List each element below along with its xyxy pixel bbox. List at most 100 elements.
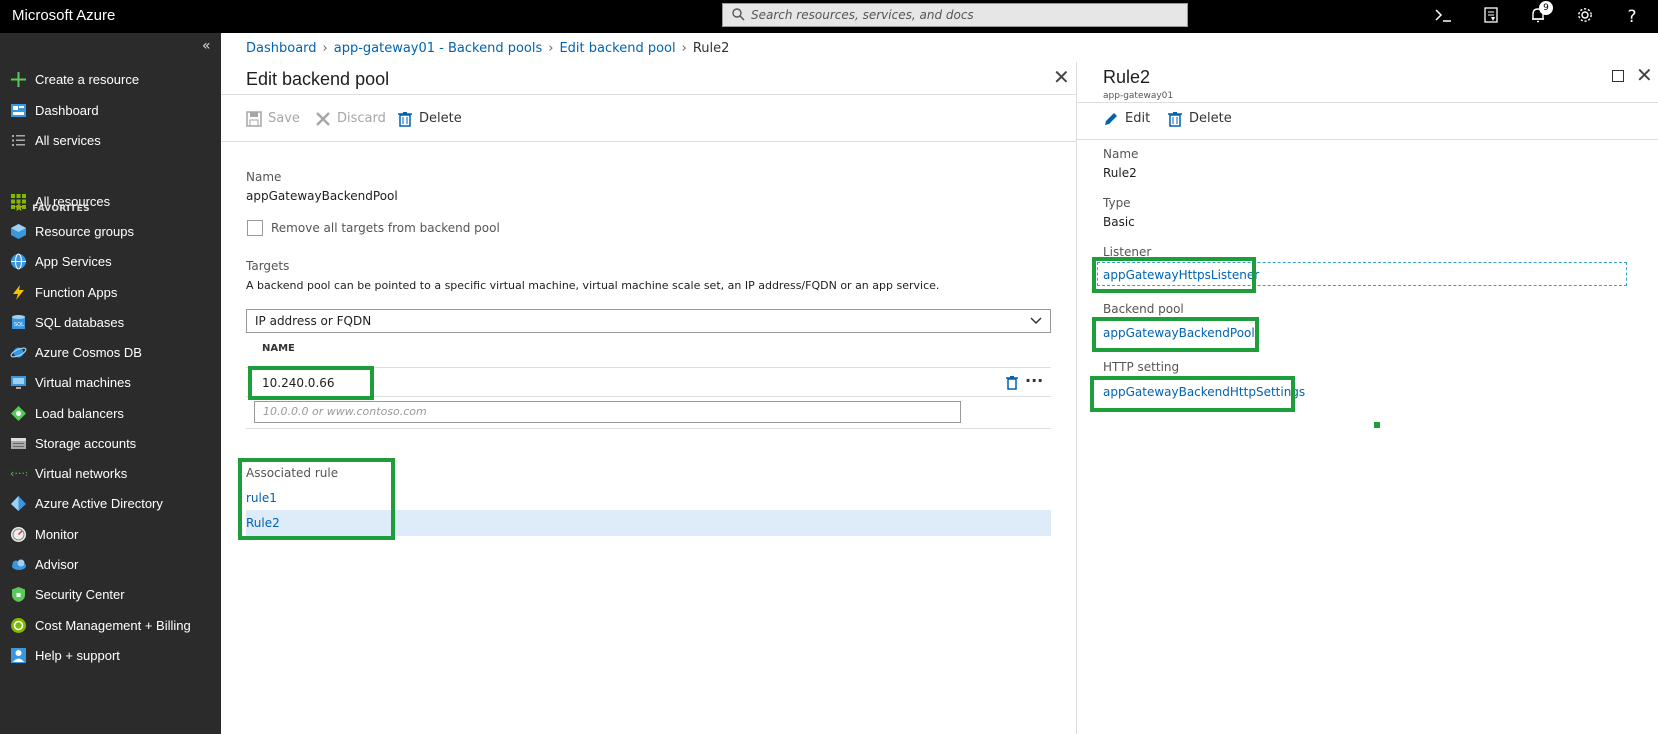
new-target-placeholder: 10.0.0.0 or www.contoso.com: [263, 405, 427, 418]
storage-icon: [11, 438, 26, 449]
breadcrumb-link-dashboard[interactable]: Dashboard: [246, 41, 317, 56]
rule-details-blade: Rule2 app-gateway01 ✕ Edit Delete Name R…: [1077, 62, 1658, 734]
nav-help-support[interactable]: Help + support: [0, 641, 221, 671]
rule-name-value: Rule2: [1103, 166, 1137, 180]
target-type-dropdown[interactable]: IP address or FQDN: [246, 309, 1051, 333]
edit-button[interactable]: Edit: [1103, 109, 1150, 129]
nav-dashboard[interactable]: Dashboard: [0, 96, 221, 126]
discard-button[interactable]: Discard: [315, 109, 386, 129]
grid-icon: [11, 194, 26, 209]
delete-button[interactable]: Delete: [1167, 109, 1232, 129]
nav-all-resources[interactable]: All resources: [0, 187, 221, 217]
nav-resource-groups[interactable]: Resource groups: [0, 217, 221, 247]
nav-label: Monitor: [35, 527, 79, 542]
notification-count-badge: 9: [1539, 1, 1553, 15]
row-trash-icon[interactable]: [1005, 375, 1019, 390]
breadcrumb-link-backend-pools[interactable]: app-gateway01 - Backend pools: [334, 41, 543, 56]
pyramid-icon: [11, 496, 26, 511]
nav-azure-cosmos-db[interactable]: Azure Cosmos DB: [0, 338, 221, 368]
divider: [1077, 102, 1658, 103]
target-type-value: IP address or FQDN: [255, 314, 372, 328]
search-icon: [732, 8, 745, 21]
left-nav-sidebar: « Create a resource Dashboard All servic…: [0, 33, 221, 734]
rule-name-label: Name: [1103, 147, 1139, 161]
targets-label: Targets: [246, 259, 290, 273]
database-icon: SQL: [12, 315, 25, 329]
nav-label: Advisor: [35, 557, 79, 572]
nav-virtual-machines[interactable]: Virtual machines: [0, 368, 221, 398]
nav-label: All services: [35, 133, 101, 148]
close-icon[interactable]: ✕: [1636, 65, 1653, 85]
help-question-icon[interactable]: ?: [1621, 6, 1643, 28]
settings-gear-icon[interactable]: [1574, 6, 1596, 28]
save-button[interactable]: Save: [246, 109, 300, 129]
remove-all-targets-label: Remove all targets from backend pool: [271, 221, 500, 235]
nav-storage-accounts[interactable]: Storage accounts: [0, 429, 221, 459]
person-icon: [11, 648, 26, 663]
nav-label: Cost Management + Billing: [35, 618, 191, 633]
blade-title: Edit backend pool: [246, 69, 390, 89]
svg-text:‹···›: ‹···›: [10, 467, 27, 480]
chevron-down-icon: [1030, 317, 1042, 325]
list-icon: [12, 135, 25, 146]
nav-azure-active-directory[interactable]: Azure Active Directory: [0, 489, 221, 519]
nav-create-resource[interactable]: Create a resource: [0, 65, 221, 95]
divider: [1077, 139, 1658, 140]
nav-label: Security Center: [35, 587, 125, 602]
nav-label: Virtual networks: [35, 466, 128, 481]
search-box[interactable]: Search resources, services, and docs: [722, 3, 1188, 27]
maximize-icon[interactable]: [1612, 70, 1624, 82]
nav-advisor[interactable]: Advisor: [0, 550, 221, 580]
brand-title[interactable]: Microsoft Azure: [12, 7, 115, 24]
nav-cost-management-billing[interactable]: Cost Management + Billing: [0, 611, 221, 641]
nav-label: Azure Cosmos DB: [35, 345, 142, 360]
breadcrumb-link-edit-backend-pool[interactable]: Edit backend pool: [559, 41, 675, 56]
coin-icon: [11, 618, 26, 633]
nav-label: Function Apps: [35, 285, 118, 300]
remove-all-targets-checkbox[interactable]: [247, 220, 263, 236]
nav-label: Azure Active Directory: [35, 496, 163, 511]
directory-filter-icon[interactable]: [1480, 6, 1502, 28]
monitor-icon: [11, 376, 26, 389]
highlight-box-associated-rule: [238, 458, 395, 540]
blade-title: Rule2: [1103, 67, 1151, 87]
collapse-sidebar-button[interactable]: «: [202, 38, 211, 54]
planet-icon: [10, 347, 27, 358]
nav-label: Resource groups: [35, 224, 134, 239]
breadcrumb: Dashboard › app-gateway01 - Backend pools ›…: [246, 41, 729, 56]
nav-load-balancers[interactable]: Load balancers: [0, 399, 221, 429]
delete-button[interactable]: Delete: [397, 109, 462, 129]
network-icon: ‹···›: [10, 467, 27, 480]
highlight-box-target: [248, 366, 374, 400]
highlight-box-backend-pool: [1092, 317, 1259, 352]
nav-security-center[interactable]: Security Center: [0, 580, 221, 610]
rule-type-value: Basic: [1103, 215, 1135, 229]
nav-label: Create a resource: [35, 72, 140, 87]
row-more-actions-ellipsis-icon[interactable]: ···: [1025, 371, 1043, 390]
cloud-shell-icon[interactable]: [1432, 6, 1454, 28]
highlight-box-http-setting: [1090, 376, 1295, 412]
globe-icon: [11, 253, 26, 270]
nav-label: Virtual machines: [35, 375, 131, 390]
new-target-input[interactable]: 10.0.0.0 or www.contoso.com: [254, 401, 961, 423]
svg-text:SQL: SQL: [14, 322, 24, 328]
trash-icon: [398, 111, 412, 127]
pool-name-value: appGatewayBackendPool: [246, 189, 398, 203]
nav-function-apps[interactable]: Function Apps: [0, 278, 221, 308]
nav-virtual-networks[interactable]: ‹···› Virtual networks: [0, 459, 221, 489]
close-icon[interactable]: ✕: [1053, 67, 1070, 87]
pencil-icon: [1105, 112, 1117, 125]
http-setting-label: HTTP setting: [1103, 360, 1180, 374]
discard-x-icon: [316, 111, 330, 126]
search-placeholder: Search resources, services, and docs: [751, 8, 974, 22]
table-header-name: NAME: [262, 343, 295, 354]
nav-monitor[interactable]: Monitor: [0, 520, 221, 550]
cube-icon: [11, 224, 26, 239]
highlight-box-listener: [1092, 257, 1256, 293]
breadcrumb-current: Rule2: [692, 41, 730, 56]
nav-all-services[interactable]: All services: [0, 126, 221, 156]
nav-app-services[interactable]: App Services: [0, 247, 221, 277]
nav-sql-databases[interactable]: SQL SQL databases: [0, 308, 221, 338]
table-divider: [246, 428, 1051, 429]
chevron-right-icon: ›: [548, 41, 554, 56]
